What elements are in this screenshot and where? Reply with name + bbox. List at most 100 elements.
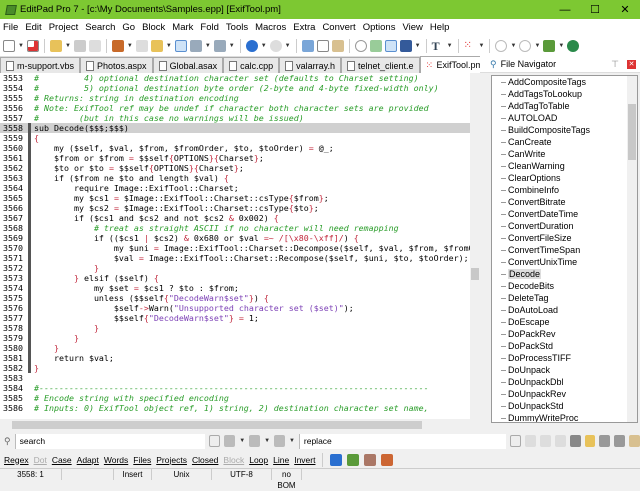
replace-icon[interactable] (525, 435, 536, 447)
code-line[interactable]: 3578 } (0, 323, 470, 333)
editor-horizontal-scrollbar[interactable] (0, 419, 480, 431)
code-line[interactable]: 3562 $to or $to = $$self{OPTIONS}{Charse… (0, 163, 470, 173)
dropdown-arrow-icon[interactable]: ▼ (479, 43, 485, 49)
redo-icon[interactable] (269, 40, 282, 52)
code-line[interactable]: 3577 $$self{"DecodeWarn$set"} = 1; (0, 313, 470, 323)
dropdown-arrow-icon[interactable]: ▼ (534, 43, 540, 49)
navigator-item[interactable]: CanCreate (492, 136, 637, 148)
option-dot[interactable]: Dot (34, 455, 47, 465)
navigator-item[interactable]: AddTagToTable (492, 100, 637, 112)
menu-help[interactable]: Help (430, 22, 450, 33)
tab-m-support-vbs[interactable]: m-support.vbs (0, 57, 81, 73)
menu-edit[interactable]: Edit (25, 22, 41, 33)
remove-from-project-icon[interactable] (213, 40, 226, 52)
dropdown-arrow-icon[interactable]: ▼ (558, 43, 564, 49)
option-closed[interactable]: Closed (192, 455, 218, 465)
fold-toggle-icon[interactable] (28, 173, 32, 183)
navigator-item[interactable]: DoUnpack (492, 364, 637, 376)
paste-icon[interactable] (331, 40, 344, 52)
globe-icon[interactable] (567, 40, 580, 52)
menu-fold[interactable]: Fold (200, 22, 218, 33)
new-file-icon[interactable] (3, 40, 15, 52)
navigator-item[interactable]: ConvertDateTime (492, 208, 637, 220)
replace-history-dropdown[interactable] (509, 435, 522, 447)
copy-icon[interactable] (316, 40, 329, 52)
fold-toggle-icon[interactable] (28, 123, 32, 133)
option-case[interactable]: Case (52, 455, 72, 465)
code-line[interactable]: 3565 my $cs1 = $Image::ExifTool::Charset… (0, 193, 470, 203)
replace-options-icon[interactable] (569, 435, 581, 447)
find-files-icon[interactable] (629, 435, 640, 447)
close-panel-icon[interactable]: ✕ (627, 59, 636, 69)
menu-macros[interactable]: Macros (255, 22, 286, 33)
tab-calc-cpp[interactable]: calc.cpp (223, 57, 280, 73)
navigator-item[interactable]: DoEscape (492, 316, 637, 328)
option-files[interactable]: Files (133, 455, 151, 465)
option-words[interactable]: Words (104, 455, 128, 465)
code-line[interactable]: 3580 } (0, 343, 470, 353)
code-line[interactable]: 3575 unless ($$self{"DecodeWarn$set"}) { (0, 293, 470, 303)
navigator-item[interactable]: Decode (492, 268, 637, 280)
navigator-item[interactable]: DoUnpackRev (492, 388, 637, 400)
replace-all-icon[interactable] (554, 435, 566, 447)
feather-icon[interactable] (381, 453, 394, 466)
dropdown-arrow-icon[interactable]: ▼ (261, 43, 267, 49)
fold-toggle-icon[interactable] (28, 213, 32, 223)
code-line[interactable]: 3574 my $set = $cs1 ? $to : $from; (0, 283, 470, 293)
search-option-icon[interactable] (249, 435, 261, 447)
search-option-icon[interactable] (274, 435, 285, 447)
font-icon[interactable]: T (432, 40, 444, 52)
code-line[interactable]: 3558 sub Decode($$$;$$$) (0, 123, 470, 133)
dropdown-arrow-icon[interactable]: ▼ (127, 43, 133, 49)
dropdown-arrow-icon[interactable]: ▼ (285, 43, 291, 49)
code-line[interactable]: 3582} (0, 363, 470, 373)
navigator-item[interactable]: ConvertUnixTime (492, 256, 637, 268)
navigator-item[interactable]: AUTOLOAD (492, 112, 637, 124)
dropdown-arrow-icon[interactable]: ▼ (510, 43, 516, 49)
close-button[interactable]: ✕ (610, 3, 640, 16)
add-to-project-icon[interactable] (189, 40, 202, 52)
navigator-item[interactable]: ConvertFileSize (492, 232, 637, 244)
editor-vertical-scrollbar[interactable] (470, 73, 480, 419)
code-line[interactable]: 3554 # 5) optional destination byte order… (0, 83, 470, 93)
code-line[interactable]: 3576 $self->Warn("Unsupported character … (0, 303, 470, 313)
code-line[interactable]: 3568 # treat as straight ASCII if no cha… (0, 223, 470, 233)
folder-icon[interactable] (150, 40, 163, 52)
code-line[interactable]: 3586 # Inputs: 0) ExifTool object ref, 1)… (0, 403, 470, 413)
code-line[interactable]: 3581 return $val; (0, 353, 470, 363)
navigator-item[interactable]: DeleteTag (492, 292, 637, 304)
navigator-item[interactable]: AddCompositeTags (492, 76, 637, 88)
minimize-button[interactable]: — (550, 4, 580, 16)
code-line[interactable]: 3573 } elsif ($self) { (0, 273, 470, 283)
fold-toggle-icon[interactable] (28, 233, 32, 243)
option-regex[interactable]: Regex (4, 455, 29, 465)
code-line[interactable]: 3570 my $uni = Image::ExifTool::Charset:… (0, 243, 470, 253)
open-file-icon[interactable] (49, 40, 62, 52)
file-navigator-tree[interactable]: AddCompositeTags AddTagsToLookup AddTagToT… (491, 75, 638, 423)
navigator-item[interactable]: DummyWriteProc (492, 412, 637, 422)
navigator-item[interactable]: DoUnpackDbl (492, 376, 637, 388)
menu-mark[interactable]: Mark (172, 22, 193, 33)
code-line[interactable]: 3559 { (0, 133, 470, 143)
navigator-item[interactable]: ConvertBitrate (492, 196, 637, 208)
code-line[interactable]: 3566 my $cs2 = $Image::ExifTool::Charset… (0, 203, 470, 213)
highlight-icon[interactable] (330, 453, 343, 466)
navigator-item[interactable]: ClearOptions (492, 172, 637, 184)
search-option-icon[interactable] (224, 435, 236, 447)
menu-convert[interactable]: Convert (322, 22, 355, 33)
option-line[interactable]: Line (273, 455, 289, 465)
code-line[interactable]: 3563 if ($from ne $to and length $val) { (0, 173, 470, 183)
dropdown-arrow-icon[interactable]: ▼ (18, 43, 24, 49)
navigator-item[interactable]: CanWrite (492, 148, 637, 160)
navigator-item[interactable]: DoProcessTIFF (492, 352, 637, 364)
navigator-item[interactable]: AddTagsToLookup (492, 88, 637, 100)
menu-tools[interactable]: Tools (226, 22, 248, 33)
save-all-icon[interactable] (88, 40, 101, 52)
find-next-icon[interactable] (599, 435, 611, 447)
code-line[interactable]: 3567 if ($cs1 and $cs2 and not $cs2 & 0x… (0, 213, 470, 223)
navigator-item[interactable]: DecodeBits (492, 280, 637, 292)
menu-project[interactable]: Project (49, 22, 79, 33)
menu-options[interactable]: Options (363, 22, 396, 33)
navigator-item[interactable]: DoPackRev (492, 328, 637, 340)
code-line[interactable]: 3579 } (0, 333, 470, 343)
